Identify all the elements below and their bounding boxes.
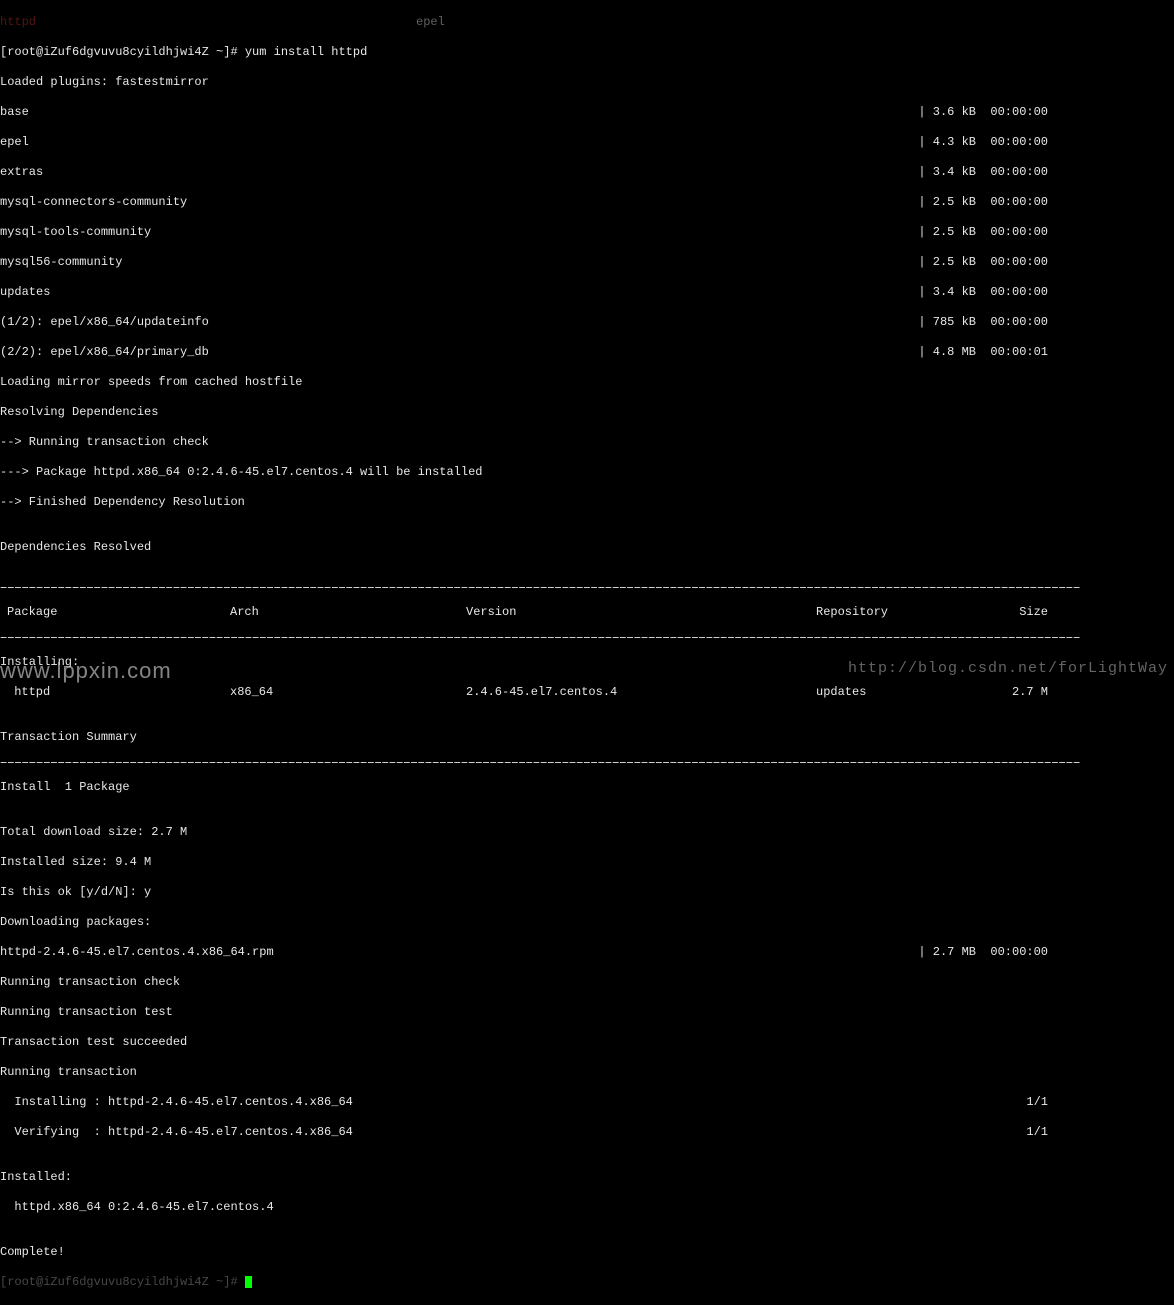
output-line: Running transaction check: [0, 975, 1174, 990]
output-line: Resolving Dependencies: [0, 405, 1174, 420]
output-line: Running transaction: [0, 1065, 1174, 1080]
repo-row: extras| 3.4 kB 00:00:00: [0, 165, 1048, 180]
repo-row: mysql-tools-community| 2.5 kB 00:00:00: [0, 225, 1048, 240]
output-line: Transaction test succeeded: [0, 1035, 1174, 1050]
output-line: --> Running transaction check: [0, 435, 1174, 450]
repo-row: mysql-connectors-community| 2.5 kB 00:00…: [0, 195, 1048, 210]
plugins-line: Loaded plugins: fastestmirror: [0, 75, 1174, 90]
watermark-right: http://blog.csdn.net/forLightWay: [848, 661, 1168, 676]
output-line: Loading mirror speeds from cached hostfi…: [0, 375, 1174, 390]
output-line: ---> Package httpd.x86_64 0:2.4.6-45.el7…: [0, 465, 1174, 480]
output-line: Dependencies Resolved: [0, 540, 1174, 555]
repo-row: epel| 4.3 kB 00:00:00: [0, 135, 1048, 150]
repo-row: updates| 3.4 kB 00:00:00: [0, 285, 1048, 300]
download-row: httpd-2.4.6-45.el7.centos.4.x86_64.rpm| …: [0, 945, 1048, 960]
next-prompt[interactable]: [root@iZuf6dgvuvu8cyildhjwi4Z ~]#: [0, 1275, 1174, 1290]
truncated-right: epel: [416, 15, 445, 29]
repo-row: (1/2): epel/x86_64/updateinfo| 785 kB 00…: [0, 315, 1048, 330]
separator-line: ========================================…: [0, 635, 1080, 640]
watermark-left: www.lppxin.com: [0, 663, 172, 678]
separator-line: ========================================…: [0, 585, 1080, 590]
output-line: Installed size: 9.4 M: [0, 855, 1174, 870]
cursor-icon: [245, 1276, 252, 1288]
repo-row: (2/2): epel/x86_64/primary_db| 4.8 MB 00…: [0, 345, 1048, 360]
truncated-red: httpd: [0, 15, 36, 29]
shell-prompt: [root@iZuf6dgvuvu8cyildhjwi4Z ~]#: [0, 45, 245, 59]
output-line: Running transaction test: [0, 1005, 1174, 1020]
separator-line: ========================================…: [0, 760, 1080, 765]
terminal-output: httpd epel [root@iZuf6dgvuvu8cyildhjwi4Z …: [0, 0, 1174, 1305]
output-line: --> Finished Dependency Resolution: [0, 495, 1174, 510]
progress-row: Verifying : httpd-2.4.6-45.el7.centos.4.…: [0, 1125, 1048, 1140]
output-line: Downloading packages:: [0, 915, 1174, 930]
repo-row: base| 3.6 kB 00:00:00: [0, 105, 1048, 120]
output-line: httpd.x86_64 0:2.4.6-45.el7.centos.4: [0, 1200, 1174, 1215]
output-line: Complete!: [0, 1245, 1174, 1260]
command-text[interactable]: yum install httpd: [245, 45, 367, 59]
install-count: Install 1 Package: [0, 780, 1174, 795]
table-header: PackageArchVersionRepositorySize: [0, 605, 1048, 620]
repo-row: mysql56-community| 2.5 kB 00:00:00: [0, 255, 1048, 270]
output-line: Total download size: 2.7 M: [0, 825, 1174, 840]
output-line: Installed:: [0, 1170, 1174, 1185]
progress-row: Installing : httpd-2.4.6-45.el7.centos.4…: [0, 1095, 1048, 1110]
confirm-prompt[interactable]: Is this ok [y/d/N]: y: [0, 885, 1174, 900]
output-line: Transaction Summary: [0, 730, 1174, 745]
table-row: httpdx86_642.4.6-45.el7.centos.4updates2…: [0, 685, 1048, 700]
